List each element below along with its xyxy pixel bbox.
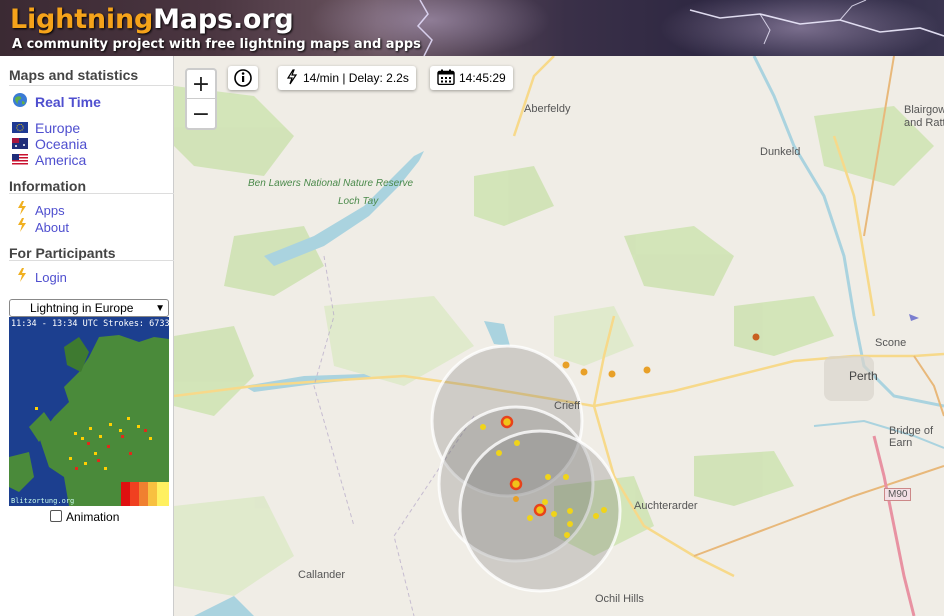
region-select[interactable]: Lightning in Europe ▼ <box>9 299 169 317</box>
eu-flag-icon <box>12 122 28 133</box>
logo-part-maps: Maps.org <box>153 4 294 35</box>
park-label: Ben Lawers National Nature Reserve <box>248 178 414 189</box>
place-label: Aberfeldy <box>524 103 571 115</box>
maps-section-title: Maps and statistics <box>9 67 139 83</box>
nav-oceania-link[interactable]: Oceania <box>35 136 87 152</box>
region-select-value: Lightning in Europe <box>30 301 134 315</box>
section-divider <box>9 260 174 261</box>
participants-section-title: For Participants <box>9 245 116 261</box>
place-label: Crieff <box>554 400 581 412</box>
globe-icon <box>13 93 27 107</box>
nav-realtime-link[interactable]: Real Time <box>35 94 101 110</box>
us-flag-icon <box>12 154 28 165</box>
zoom-out-button[interactable]: − <box>187 100 215 129</box>
info-icon <box>234 69 252 87</box>
animation-toggle[interactable]: Animation <box>50 510 119 524</box>
place-label: Perth <box>849 369 878 383</box>
australia-flag-icon <box>12 138 28 149</box>
place-label: Auchterarder <box>634 500 698 512</box>
place-label: Callander <box>298 569 346 581</box>
water-label: Loch Tay <box>338 196 379 207</box>
site-tagline: A community project with free lightning … <box>12 37 421 52</box>
information-section-title: Information <box>9 178 86 194</box>
europe-minimap[interactable]: 11:34 - 13:34 UTC Strokes: 6733 Blitzort… <box>9 317 169 506</box>
nav-america-link[interactable]: America <box>35 152 86 168</box>
place-label: Scone <box>875 337 907 349</box>
nav-europe-link[interactable]: Europe <box>35 120 80 136</box>
time-text: 14:45:29 <box>459 71 506 85</box>
nav-login-link[interactable]: Login <box>35 270 67 285</box>
lightning-map[interactable]: Aberfeldy Blairgow and Ratt Dunkeld Ben … <box>174 56 944 616</box>
strike-radius-circles <box>430 344 622 593</box>
map-tiles <box>174 56 944 616</box>
minimap-graphic <box>9 317 169 506</box>
bolt-icon <box>18 218 26 232</box>
calendar-icon <box>437 69 455 86</box>
logo-part-lightning: Lightning <box>10 4 154 35</box>
stroke-rate-text: 14/min | Delay: 2.2s <box>303 71 409 85</box>
animation-checkbox[interactable] <box>50 510 62 522</box>
site-header: LightningMaps.org A community project wi… <box>0 0 944 56</box>
time-display[interactable]: 14:45:29 <box>430 66 513 90</box>
place-label: Blairgow <box>904 104 944 116</box>
section-divider <box>9 193 174 194</box>
zoom-control: + − <box>185 68 217 130</box>
animation-label: Animation <box>66 510 120 524</box>
stroke-rate-display[interactable]: 14/min | Delay: 2.2s <box>278 66 416 90</box>
bolt-icon <box>18 201 26 215</box>
place-label: Bridge of Earn <box>889 425 934 449</box>
site-logo[interactable]: LightningMaps.org <box>10 4 294 35</box>
bolt-icon <box>18 268 26 282</box>
sidebar: Maps and statistics Real Time Europe Oce… <box>0 56 174 616</box>
bolt-outline-icon <box>286 69 298 85</box>
minimap-watermark: Blitzortung.org <box>11 497 75 505</box>
info-button[interactable] <box>228 66 258 90</box>
place-label: and Ratt <box>904 117 944 129</box>
motorway-shield: M90 <box>884 488 912 501</box>
chevron-down-icon: ▼ <box>155 303 165 314</box>
place-label: Dunkeld <box>760 146 801 158</box>
place-label: Ochil Hills <box>595 593 644 605</box>
section-divider <box>9 85 174 86</box>
nav-apps-link[interactable]: Apps <box>35 203 65 218</box>
minimap-caption: 11:34 - 13:34 UTC Strokes: 6733 <box>11 319 169 329</box>
zoom-in-button[interactable]: + <box>187 70 215 99</box>
nav-about-link[interactable]: About <box>35 220 69 235</box>
